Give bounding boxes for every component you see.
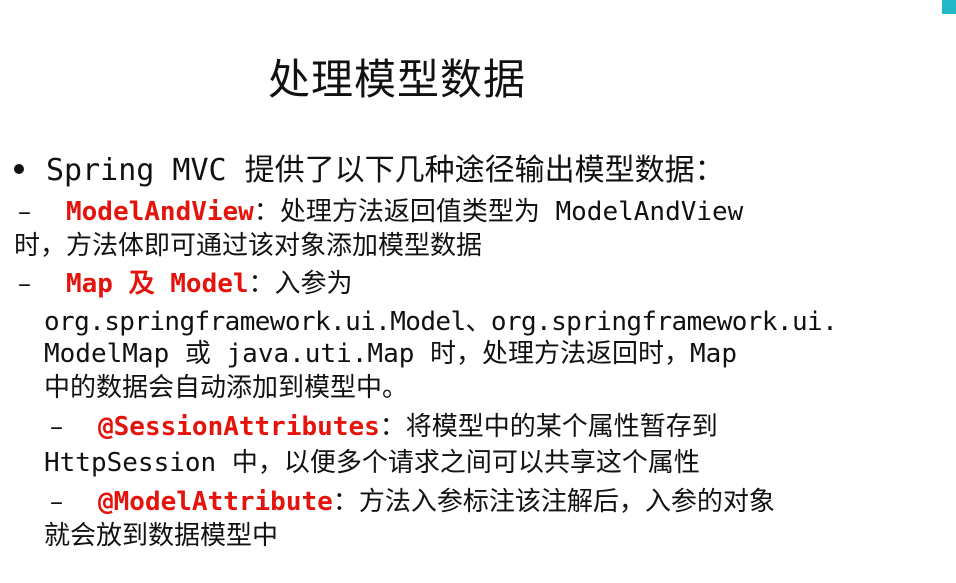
item-continuation: 就会放到数据模型中 bbox=[44, 521, 279, 551]
keyword-sessionattributes: @SessionAttributes bbox=[98, 412, 380, 442]
slide-title: 处理模型数据 bbox=[268, 55, 527, 104]
item-continuation: HttpSession 中，以便多个请求之间可以共享这个属性 bbox=[44, 448, 700, 478]
intro-text: Spring MVC 提供了以下几种途径输出模型数据： bbox=[46, 153, 725, 188]
item-modelandview: – ModelAndView：处理方法返回值类型为 ModelAndView bbox=[18, 196, 743, 228]
keyword-map-model: Map 及 Model bbox=[66, 269, 249, 299]
item-continuation: org.springframework.ui.Model、org.springf… bbox=[44, 307, 838, 337]
keyword-modelattribute: @ModelAttribute bbox=[98, 487, 333, 517]
item-continuation: ModelMap 或 java.uti.Map 时，处理方法返回时，Map bbox=[44, 339, 737, 369]
item-sessionattributes: – @SessionAttributes：将模型中的某个属性暂存到 bbox=[50, 411, 718, 443]
item-map-model: – Map 及 Model：入参为 bbox=[18, 268, 353, 300]
item-text: ：方法入参标注该注解后，入参的对象 bbox=[332, 487, 775, 517]
item-continuation: 中的数据会自动添加到模型中。 bbox=[44, 373, 409, 403]
dash-marker: – bbox=[18, 269, 31, 299]
item-modelattribute: – @ModelAttribute：方法入参标注该注解后，入参的对象 bbox=[50, 486, 775, 518]
dash-marker: – bbox=[50, 487, 63, 517]
keyword-modelandview: ModelAndView bbox=[66, 197, 254, 227]
item-text: ：处理方法返回值类型为 ModelAndView bbox=[253, 197, 744, 227]
item-continuation: 时，方法体即可通过该对象添加模型数据 bbox=[14, 231, 483, 261]
item-text: ：将模型中的某个属性暂存到 bbox=[379, 412, 718, 442]
item-text: ：入参为 bbox=[248, 269, 353, 299]
intro-bullet: Spring MVC 提供了以下几种途径输出模型数据： bbox=[14, 152, 725, 190]
dash-marker: – bbox=[18, 197, 31, 227]
corner-accent bbox=[942, 0, 956, 14]
bullet-dot-icon bbox=[14, 164, 24, 174]
dash-marker: – bbox=[50, 412, 63, 442]
